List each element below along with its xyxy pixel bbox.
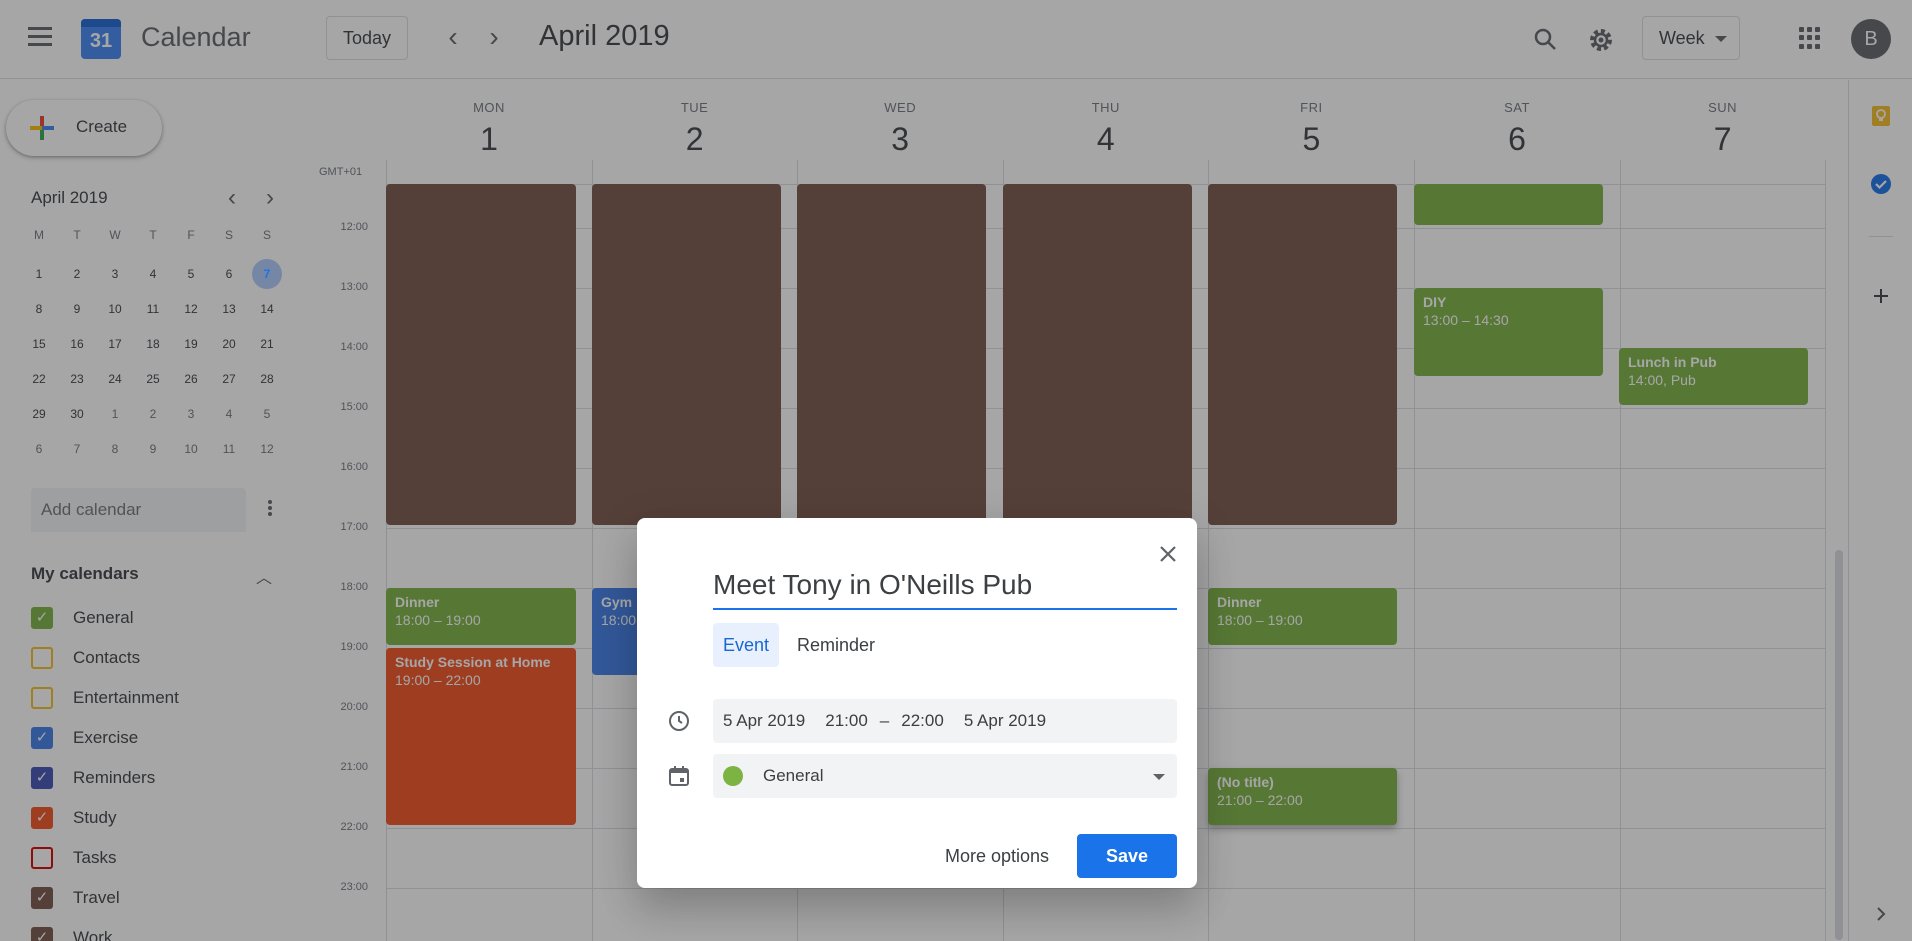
clock-icon [669, 711, 689, 731]
event-datetime-row: 5 Apr 2019 21:00 – 22:00 5 Apr 2019 [713, 699, 1177, 743]
start-time-field[interactable]: 21:00 [815, 711, 878, 731]
calendar-select-value: General [763, 766, 824, 785]
end-date-field[interactable]: 5 Apr 2019 [954, 711, 1056, 731]
more-options-button[interactable]: More options [937, 834, 1057, 878]
tab-event[interactable]: Event [713, 623, 780, 667]
calendar-color-dot [723, 766, 743, 786]
calendar-icon [669, 766, 689, 786]
end-time-field[interactable]: 22:00 [891, 711, 954, 731]
calendar-select[interactable]: General [713, 754, 1177, 798]
caret-down-icon [1153, 774, 1165, 780]
mini-calendar-day-number: 7 [263, 267, 271, 281]
start-date-field[interactable]: 5 Apr 2019 [713, 711, 815, 731]
tab-reminder[interactable]: Reminder [787, 623, 885, 667]
time-range-dash: – [879, 711, 890, 730]
quick-create-dialog: Event Reminder 5 Apr 2019 21:00 – 22:00 … [637, 518, 1197, 888]
save-button[interactable]: Save [1077, 834, 1177, 878]
event-title-input[interactable] [713, 562, 1177, 610]
